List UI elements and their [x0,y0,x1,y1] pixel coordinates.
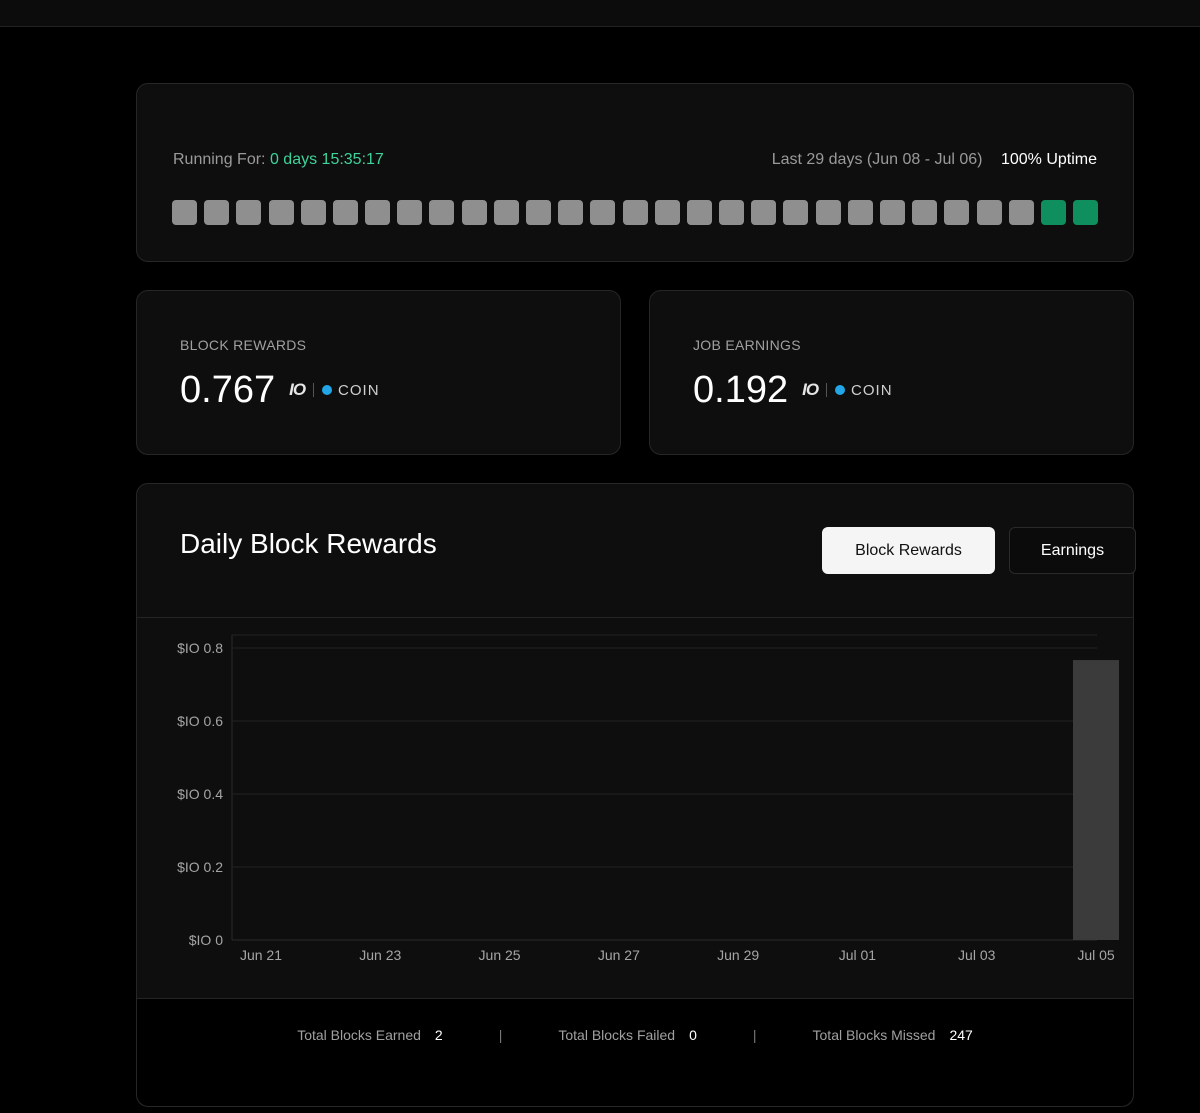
running-for: Running For: 0 days 15:35:17 [173,151,384,169]
block-rewards-chart: $IO 0 $IO 0.2 $IO 0.4 $IO 0.6 $IO 0.8 Jun 21 J… [177,634,1119,963]
daily-block-rewards-card: Daily Block Rewards Block Rewards Earnin… [136,483,1136,1107]
io-coin-logo: IO COIN [802,380,892,400]
coin-dot-icon [322,385,333,395]
total-blocks-missed-value: 247 [949,1027,973,1043]
stat-separator: | [498,1027,503,1043]
io-logo-mark: IO [802,380,819,399]
uptime-day-block [526,200,551,225]
running-for-label: Running For: [173,151,266,168]
x-tick-label: Jun 21 [240,947,282,963]
uptime-day-block [172,200,197,225]
uptime-day-block [268,200,294,225]
uptime-day-block [558,200,584,225]
uptime-day-block [976,200,1002,225]
x-tick-label: Jun 23 [359,947,401,963]
uptime-day-block [493,200,519,225]
uptime-day-block [332,200,358,225]
uptime-day-block [236,200,262,225]
total-blocks-missed-label: Total Blocks Missed [812,1027,936,1043]
stat-separator: | [752,1027,757,1043]
uptime-day-block [1008,200,1034,225]
total-blocks-earned-value: 2 [434,1027,443,1043]
job-earnings-label: JOB EARNINGS [693,337,801,353]
uptime-card: Running For: 0 days 15:35:17 Last 29 day… [136,83,1134,262]
tab-block-rewards[interactable]: Block Rewards [822,527,995,574]
x-tick-label: Jun 25 [479,947,521,963]
block-rewards-card: BLOCK REWARDS 0.767 IO COIN [136,290,621,455]
uptime-day-block [912,200,938,225]
x-tick-label: Jun 29 [717,947,759,963]
logo-separator [826,383,828,397]
uptime-day-block [686,200,712,225]
job-earnings-card: JOB EARNINGS 0.192 IO COIN [649,290,1134,455]
chart-footer [137,999,1133,1106]
io-logo-coin: COIN [851,381,893,399]
y-tick-label: $IO 0.4 [177,786,223,802]
uptime-day-block [879,200,905,225]
y-tick-label: $IO 0.6 [177,713,223,729]
running-for-value: 0 days 15:35:17 [269,151,384,168]
uptime-day-block [1040,200,1066,225]
footer-stats: Total Blocks Earned 2 | Total Blocks Fai… [137,1027,1133,1043]
block-rewards-value: 0.767 [180,369,276,411]
uptime-day-block [590,200,616,225]
uptime-percentage: 100% Uptime [1000,151,1097,168]
chart-title: Daily Block Rewards [180,528,437,559]
job-earnings-value: 0.192 [693,369,789,411]
uptime-day-block [204,200,230,225]
uptime-day-block [944,200,970,225]
top-bar [0,0,1200,27]
uptime-day-block [783,200,809,225]
tab-earnings[interactable]: Earnings [1009,527,1136,574]
x-tick-label: Jul 03 [958,947,996,963]
uptime-day-block [397,200,423,225]
io-coin-logo: IO COIN [289,380,379,400]
block-rewards-row: 0.767 IO COIN [180,367,380,413]
total-blocks-failed-label: Total Blocks Failed [558,1027,676,1043]
coin-dot-icon [835,385,846,395]
uptime-summary: Last 29 days (Jun 08 - Jul 06) 100% Upti… [772,151,1097,169]
uptime-day-block [622,200,648,225]
uptime-day-block [429,200,455,225]
io-logo-mark: IO [289,380,306,399]
uptime-day-block [847,200,873,225]
block-rewards-label: BLOCK REWARDS [180,337,307,353]
io-logo-coin: COIN [338,381,380,399]
uptime-day-block [654,200,680,225]
y-tick-label: $IO 0 [189,932,223,948]
uptime-day-block [815,200,841,225]
x-tick-label: Jul 05 [1077,947,1115,963]
uptime-day-block [1073,200,1098,225]
y-tick-label: $IO 0.8 [177,640,223,656]
uptime-day-block [719,200,744,225]
uptime-day-block [461,200,487,225]
uptime-day-blocks [172,200,1098,226]
uptime-day-block [751,200,777,225]
uptime-day-block [365,200,391,225]
x-tick-label: Jul 01 [839,947,877,963]
x-tick-label: Jun 27 [598,947,640,963]
uptime-range-label: Last 29 days (Jun 08 - Jul 06) [771,151,983,168]
total-blocks-earned-label: Total Blocks Earned [297,1027,421,1043]
uptime-day-block [300,200,326,225]
job-earnings-row: 0.192 IO COIN [693,367,893,413]
y-tick-label: $IO 0.2 [177,859,223,875]
logo-separator [313,383,315,397]
bar [1073,660,1119,940]
total-blocks-failed-value: 0 [689,1027,697,1043]
